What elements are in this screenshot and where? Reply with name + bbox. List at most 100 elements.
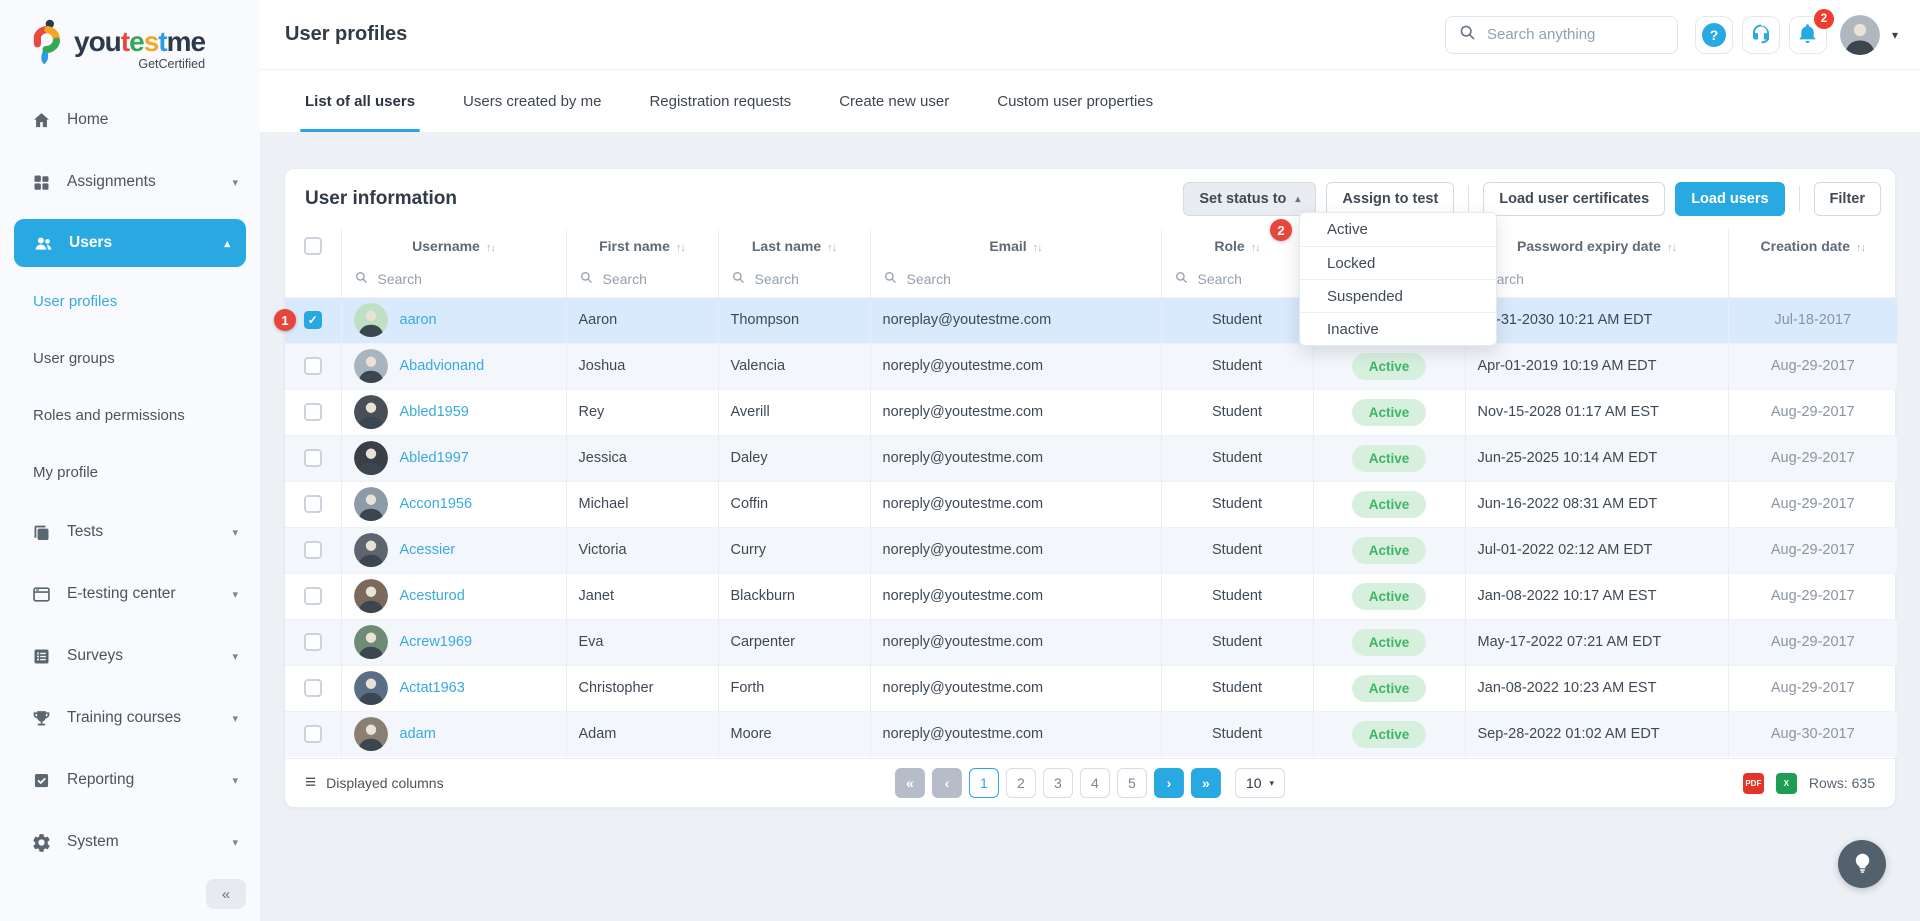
column-header-username[interactable]: Username↑↓ — [341, 229, 566, 262]
sort-icon[interactable]: ↑↓ — [1856, 242, 1865, 254]
notifications-button[interactable]: 2 — [1789, 16, 1827, 54]
sort-icon[interactable]: ↑↓ — [486, 242, 495, 254]
status-menu-item-locked[interactable]: Locked — [1300, 246, 1496, 279]
user-menu-caret-icon[interactable]: ▾ — [1892, 28, 1898, 42]
column-search-input-last-name[interactable] — [753, 270, 858, 288]
displayed-columns-button[interactable]: ≡ Displayed columns — [305, 772, 444, 794]
status-menu-item-inactive[interactable]: Inactive — [1300, 312, 1496, 345]
card-header: User information Set status to ▴ Assign … — [285, 169, 1895, 229]
column-search-input-email[interactable] — [905, 270, 1149, 288]
brand-letter: t — [121, 26, 129, 57]
sidebar-subitem-roles-and-permissions[interactable]: Roles and permissions — [0, 387, 260, 444]
help-button[interactable]: ? — [1695, 16, 1733, 54]
row-checkbox[interactable] — [304, 587, 322, 605]
sidebar-item-assignments[interactable]: Assignments▾ — [0, 151, 260, 213]
username-link[interactable]: Actat1963 — [400, 680, 465, 696]
status-cell: Active — [1313, 619, 1465, 665]
load-user-certificates-button[interactable]: Load user certificates — [1483, 182, 1665, 216]
filter-button[interactable]: Filter — [1814, 182, 1881, 216]
sidebar-collapse-button[interactable]: « — [206, 879, 246, 909]
row-checkbox[interactable] — [304, 541, 322, 559]
username-link[interactable]: Accon1956 — [400, 496, 473, 512]
sort-icon[interactable]: ↑↓ — [827, 242, 836, 254]
status-menu-item-active[interactable]: Active — [1300, 213, 1496, 246]
username-link[interactable]: aaron — [400, 312, 437, 328]
user-menu-avatar[interactable] — [1840, 15, 1880, 55]
sidebar-item-e-testing-center[interactable]: E-testing center▾ — [0, 563, 260, 625]
help-icon: ? — [1702, 23, 1726, 47]
row-checkbox[interactable] — [304, 449, 322, 467]
page-button-3[interactable]: 3 — [1043, 768, 1073, 798]
page-button-2[interactable]: 2 — [1006, 768, 1036, 798]
tips-fab-button[interactable] — [1838, 840, 1886, 888]
sidebar-subitem-my-profile[interactable]: My profile — [0, 444, 260, 501]
username-link[interactable]: Abled1997 — [400, 450, 469, 466]
select-all-header[interactable] — [285, 229, 341, 262]
column-header-creation-date[interactable]: Creation date↑↓ — [1728, 229, 1897, 262]
page-size-select[interactable]: 10▾ — [1235, 768, 1285, 798]
column-search-input-password-expiry-date[interactable] — [1478, 270, 1716, 288]
tab-list-of-all-users[interactable]: List of all users — [305, 70, 415, 132]
sidebar-subitem-user-profiles[interactable]: User profiles — [0, 273, 260, 330]
load-users-button[interactable]: Load users — [1675, 182, 1784, 216]
row-checkbox[interactable]: ✓ — [304, 311, 322, 329]
column-search-input-username[interactable] — [376, 270, 554, 288]
export-pdf-icon[interactable]: PDF — [1743, 773, 1764, 794]
first-name-cell: Rey — [566, 389, 718, 435]
first-page-button[interactable]: « — [895, 768, 925, 798]
username-link[interactable]: Abled1959 — [400, 404, 469, 420]
support-button[interactable] — [1742, 16, 1780, 54]
row-checkbox[interactable] — [304, 633, 322, 651]
sidebar-item-training-courses[interactable]: Training courses▾ — [0, 687, 260, 749]
sort-icon[interactable]: ↑↓ — [1033, 242, 1042, 254]
sidebar-item-home[interactable]: Home — [0, 89, 260, 151]
page-button-4[interactable]: 4 — [1080, 768, 1110, 798]
sidebar-item-users[interactable]: Users▴ — [14, 219, 246, 267]
browser-icon — [30, 583, 52, 605]
assign-to-test-button[interactable]: Assign to test — [1326, 182, 1454, 216]
set-status-to-button[interactable]: Set status to ▴ — [1183, 182, 1316, 216]
username-link[interactable]: adam — [400, 726, 436, 742]
prev-page-button[interactable]: ‹ — [932, 768, 962, 798]
first-name-cell: Joshua — [566, 343, 718, 389]
sort-icon[interactable]: ↑↓ — [676, 242, 685, 254]
tab-custom-user-properties[interactable]: Custom user properties — [997, 70, 1153, 132]
column-search-input-role[interactable] — [1196, 270, 1301, 288]
search-icon — [1458, 23, 1476, 46]
global-search-input[interactable] — [1485, 25, 1665, 44]
username-link[interactable]: Acesturod — [400, 588, 465, 604]
user-avatar — [354, 717, 388, 751]
username-link[interactable]: Acrew1969 — [400, 634, 473, 650]
column-header-email[interactable]: Email↑↓ — [870, 229, 1161, 262]
sort-icon[interactable]: ↑↓ — [1251, 242, 1260, 254]
tab-registration-requests[interactable]: Registration requests — [649, 70, 791, 132]
tab-users-created-by-me[interactable]: Users created by me — [463, 70, 601, 132]
row-checkbox[interactable] — [304, 357, 322, 375]
column-header-first-name[interactable]: First name↑↓ — [566, 229, 718, 262]
row-checkbox[interactable] — [304, 725, 322, 743]
user-avatar — [354, 533, 388, 567]
username-link[interactable]: Abadvionand — [400, 358, 485, 374]
sidebar-subitem-user-groups[interactable]: User groups — [0, 330, 260, 387]
sort-icon[interactable]: ↑↓ — [1667, 242, 1676, 254]
column-header-last-name[interactable]: Last name↑↓ — [718, 229, 870, 262]
sidebar-item-system[interactable]: System▾ — [0, 811, 260, 873]
status-menu-item-suspended[interactable]: Suspended — [1300, 279, 1496, 312]
username-link[interactable]: Acessier — [400, 542, 456, 558]
page-button-5[interactable]: 5 — [1117, 768, 1147, 798]
tab-create-new-user[interactable]: Create new user — [839, 70, 949, 132]
column-header-password-expiry-date[interactable]: Password expiry date↑↓ — [1465, 229, 1728, 262]
sidebar-item-reporting[interactable]: Reporting▾ — [0, 749, 260, 811]
export-excel-icon[interactable]: X — [1776, 773, 1797, 794]
select-all-checkbox[interactable] — [304, 237, 322, 255]
row-checkbox[interactable] — [304, 403, 322, 421]
last-page-button[interactable]: » — [1191, 768, 1221, 798]
column-search-input-first-name[interactable] — [601, 270, 706, 288]
sidebar-item-tests[interactable]: Tests▾ — [0, 501, 260, 563]
row-checkbox[interactable] — [304, 679, 322, 697]
row-checkbox[interactable] — [304, 495, 322, 513]
page-button-1[interactable]: 1 — [969, 768, 999, 798]
status-cell: Active — [1313, 527, 1465, 573]
sidebar-item-surveys[interactable]: Surveys▾ — [0, 625, 260, 687]
next-page-button[interactable]: › — [1154, 768, 1184, 798]
